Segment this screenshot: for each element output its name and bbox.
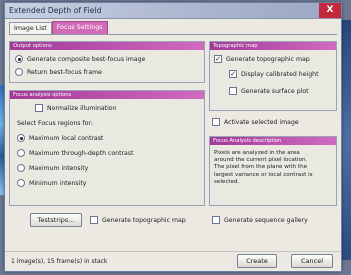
status-bar: 1 image(s), 15 frame(s) in stack Create … xyxy=(5,251,341,271)
radio-label: Maximum through-depth contrast xyxy=(29,149,134,157)
generate-sequence-gallery-row[interactable]: Generate sequence gallery xyxy=(212,216,308,224)
tab-focus-settings[interactable]: Focus Settings xyxy=(51,21,108,35)
radio-composite-row[interactable]: Generate composite best-focus image xyxy=(15,55,145,63)
generate-surface-plot-row[interactable]: Generate surface plot xyxy=(229,87,309,95)
teststrips-button[interactable]: Teststrips... xyxy=(30,213,82,227)
radio-button[interactable] xyxy=(17,179,25,187)
checkbox-label: Generate surface plot xyxy=(241,87,309,95)
generate-topo-map-row[interactable]: ✓ Generate topographic map xyxy=(214,55,310,63)
group-header: Focus analysis options xyxy=(10,91,204,99)
group-header: Topographic map xyxy=(210,42,336,50)
cancel-button[interactable]: Cancel xyxy=(291,254,333,268)
checkbox-label: Generate sequence gallery xyxy=(224,216,308,224)
radio-label: Maximum local contrast xyxy=(29,134,104,142)
activate-selected-image-row[interactable]: Activate selected image xyxy=(212,118,299,126)
radio-local-contrast-row[interactable]: Maximum local contrast xyxy=(17,134,103,142)
checkbox[interactable] xyxy=(90,216,98,224)
checkbox[interactable]: ✓ xyxy=(214,55,222,63)
focus-description-text: Pixels are analyzed in the area around t… xyxy=(214,150,313,185)
checkbox-label: Generate topographic map xyxy=(226,55,310,63)
checkbox[interactable] xyxy=(35,104,43,112)
title-bar[interactable]: Extended Depth of Field X xyxy=(5,3,341,19)
display-calibrated-height-row[interactable]: ✓ Display calibrated height xyxy=(229,70,319,78)
tab-strip: Image List Focus Settings xyxy=(9,21,108,35)
group-header: Output options xyxy=(10,42,204,50)
checkbox-label: Generate topographic map xyxy=(102,216,186,224)
radio-button[interactable] xyxy=(15,55,23,63)
close-button[interactable]: X xyxy=(319,3,341,18)
radio-through-depth-row[interactable]: Maximum through-depth contrast xyxy=(17,149,134,157)
radio-button[interactable] xyxy=(17,164,25,172)
radio-min-intensity-row[interactable]: Minimum intensity xyxy=(17,179,86,187)
generate-topo-map-bottom-row[interactable]: Generate topographic map xyxy=(90,216,186,224)
stack-status-text: 1 image(s), 15 frame(s) in stack xyxy=(11,258,108,265)
radio-label: Maximum intensity xyxy=(29,164,89,172)
checkbox[interactable]: ✓ xyxy=(229,70,237,78)
window-title: Extended Depth of Field xyxy=(9,6,102,15)
radio-button[interactable] xyxy=(17,134,25,142)
select-focus-label: Select Focus regions for: xyxy=(17,120,93,127)
checkbox[interactable] xyxy=(229,87,237,95)
radio-label: Return best-focus frame xyxy=(27,68,102,76)
normalize-illumination-row[interactable]: Normalize illumination xyxy=(35,104,117,112)
tab-divider xyxy=(9,34,337,35)
checkbox[interactable] xyxy=(212,216,220,224)
radio-button[interactable] xyxy=(17,149,25,157)
checkbox-label: Activate selected image xyxy=(224,118,299,126)
edf-dialog: Extended Depth of Field X Image List Foc… xyxy=(4,2,342,272)
radio-button[interactable] xyxy=(15,68,23,76)
checkbox-label: Normalize illumination xyxy=(47,104,117,112)
group-header: Focus Analysis description xyxy=(210,137,336,145)
create-button[interactable]: Create xyxy=(237,254,277,268)
radio-max-intensity-row[interactable]: Maximum intensity xyxy=(17,164,88,172)
radio-label: Generate composite best-focus image xyxy=(27,55,146,63)
checkbox-label: Display calibrated height xyxy=(241,70,319,78)
checkbox[interactable] xyxy=(212,118,220,126)
radio-best-frame-row[interactable]: Return best-focus frame xyxy=(15,68,102,76)
radio-label: Minimum intensity xyxy=(29,179,87,187)
